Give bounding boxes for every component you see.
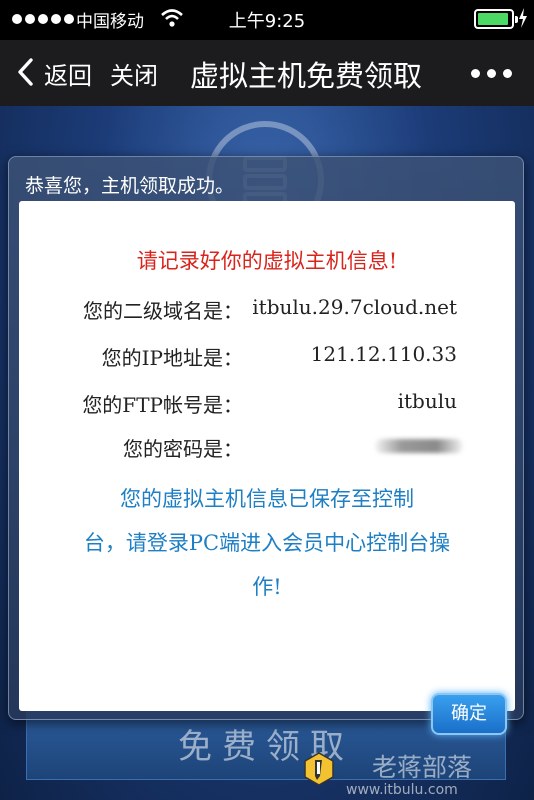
info-line: 台，请登录PC端进入会员中心控制台操 <box>83 531 451 555</box>
status-bar: 中国移动 上午9:25 <box>0 0 534 40</box>
info-line: 您的虚拟主机信息已保存至控制 <box>120 487 414 511</box>
success-dialog: 恭喜您，主机领取成功。 请记录好你的虚拟主机信息! 您的二级域名是： itbul… <box>8 156 524 735</box>
confirm-button[interactable]: 确定 <box>431 693 507 735</box>
ftp-account-value: itbulu <box>397 389 457 413</box>
charging-icon <box>519 8 527 28</box>
watermark-url: www.itbulu.com <box>346 782 458 798</box>
close-button[interactable]: 关闭 <box>110 56 158 91</box>
watermark-logo-icon <box>304 752 334 786</box>
dialog-header: 恭喜您，主机领取成功。 <box>25 175 235 197</box>
ip-label: 您的IP地址是： <box>101 346 243 370</box>
back-chevron-icon[interactable] <box>16 57 34 87</box>
page-title: 虚拟主机免费领取 <box>190 59 423 93</box>
password-value-blurred <box>375 439 463 453</box>
saved-info-text: 您的虚拟主机信息已保存至控制 台，请登录PC端进入会员中心控制台操 作! <box>59 477 475 609</box>
watermark-name: 老蒋部落 <box>372 753 473 782</box>
ftp-account-label: 您的FTP帐号是： <box>82 393 243 417</box>
dialog-body: 请记录好你的虚拟主机信息! 您的二级域名是： itbulu.29.7cloud.… <box>19 201 515 735</box>
nav-bar: 返回 关闭 虚拟主机免费领取 <box>0 40 534 106</box>
record-notice: 请记录好你的虚拟主机信息! <box>136 249 398 273</box>
domain-label: 您的二级域名是： <box>83 299 243 323</box>
domain-value: itbulu.29.7cloud.net <box>252 295 457 319</box>
battery-icon <box>474 9 518 29</box>
back-button[interactable]: 返回 <box>44 56 92 91</box>
ip-value: 121.12.110.33 <box>310 342 457 366</box>
info-line: 作! <box>252 575 282 599</box>
password-label: 您的密码是： <box>123 437 243 461</box>
more-options-icon[interactable] <box>471 69 512 78</box>
clock: 上午9:25 <box>228 11 306 32</box>
